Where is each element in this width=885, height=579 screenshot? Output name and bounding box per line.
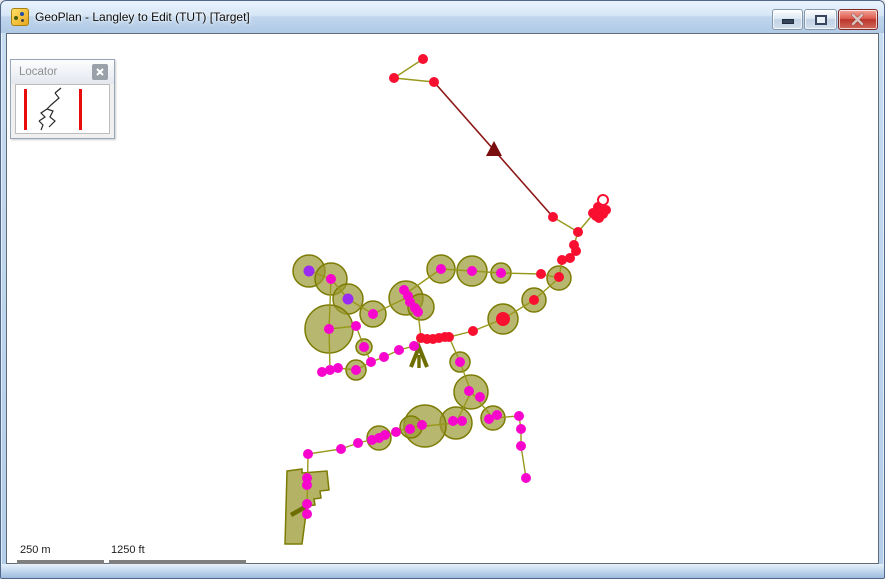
- network-node-magenta[interactable]: [409, 341, 419, 351]
- network-node-red[interactable]: [548, 212, 558, 222]
- network-node-magenta[interactable]: [405, 424, 415, 434]
- network-node-red[interactable]: [416, 333, 426, 343]
- network-node-red[interactable]: [389, 73, 399, 83]
- network-node-red[interactable]: [468, 326, 478, 336]
- window-title: GeoPlan - Langley to Edit (TUT) [Target]: [35, 10, 250, 24]
- network-node-purple[interactable]: [303, 265, 315, 277]
- network-node-purple[interactable]: [342, 293, 354, 305]
- network-node-magenta[interactable]: [464, 386, 474, 396]
- thumbnail-network-line: [54, 87, 62, 94]
- network-node-magenta[interactable]: [467, 266, 477, 276]
- network-node-red[interactable]: [418, 54, 428, 64]
- thumbnail-network-line: [46, 92, 60, 110]
- locator-extent-bar-left: [24, 89, 27, 130]
- geoplan-window: GeoPlan - Langley to Edit (TUT) [Target]…: [0, 0, 885, 579]
- network-node-magenta[interactable]: [353, 438, 363, 448]
- network-node-red[interactable]: [557, 255, 567, 265]
- network-node-magenta[interactable]: [379, 352, 389, 362]
- network-node-magenta[interactable]: [394, 345, 404, 355]
- restore-button[interactable]: [804, 9, 837, 30]
- map-viewport: Locator 250 m 1250 ft: [6, 33, 879, 564]
- network-node-red[interactable]: [536, 269, 546, 279]
- close-icon: [851, 13, 864, 26]
- network-node-magenta[interactable]: [303, 449, 313, 459]
- network-node-magenta[interactable]: [380, 430, 390, 440]
- minimize-icon: [782, 19, 794, 24]
- network-node-magenta[interactable]: [492, 410, 502, 420]
- locator-extent-bar-right: [79, 89, 82, 130]
- window-titlebar[interactable]: GeoPlan - Langley to Edit (TUT) [Target]: [1, 1, 884, 33]
- close-button[interactable]: [838, 9, 878, 30]
- network-node-magenta[interactable]: [436, 264, 446, 274]
- network-node-magenta[interactable]: [326, 274, 336, 284]
- pipe-link[interactable]: [393, 58, 424, 79]
- network-node-magenta[interactable]: [521, 473, 531, 483]
- network-node-red[interactable]: [429, 77, 439, 87]
- network-node-magenta[interactable]: [302, 509, 312, 519]
- network-node-outline[interactable]: [597, 194, 609, 206]
- network-node-red[interactable]: [591, 211, 601, 221]
- thumbnail-network-line: [38, 108, 48, 122]
- network-node-magenta[interactable]: [351, 365, 361, 375]
- network-node-magenta[interactable]: [457, 416, 467, 426]
- network-node-magenta[interactable]: [516, 441, 526, 451]
- network-node-magenta[interactable]: [417, 420, 427, 430]
- network-node-magenta[interactable]: [413, 307, 423, 317]
- network-node-magenta[interactable]: [366, 357, 376, 367]
- network-node-magenta[interactable]: [324, 324, 334, 334]
- network-node-magenta[interactable]: [302, 499, 312, 509]
- locator-network-thumbnail: [38, 87, 62, 131]
- network-node-magenta[interactable]: [351, 321, 361, 331]
- scale-label-metric: 250 m: [20, 544, 51, 556]
- network-node-magenta[interactable]: [448, 416, 458, 426]
- network-node-magenta[interactable]: [514, 411, 524, 421]
- locator-close-button[interactable]: [92, 64, 108, 80]
- minimize-button[interactable]: [772, 9, 803, 30]
- locator-map-body[interactable]: [15, 84, 110, 134]
- network-node-magenta[interactable]: [516, 424, 526, 434]
- network-node-red[interactable]: [554, 272, 564, 282]
- network-node-magenta[interactable]: [455, 357, 465, 367]
- thumbnail-network-line: [46, 108, 56, 128]
- locator-panel[interactable]: Locator: [10, 59, 115, 139]
- network-node-magenta[interactable]: [496, 268, 506, 278]
- network-node-magenta[interactable]: [391, 427, 401, 437]
- restore-icon: [815, 15, 827, 25]
- network-node-magenta[interactable]: [317, 367, 327, 377]
- geoplan-app-icon: [11, 8, 29, 26]
- pipe-link[interactable]: [393, 77, 435, 83]
- network-node-red[interactable]: [529, 295, 539, 305]
- thumbnail-network-line: [38, 120, 44, 131]
- close-icon: [96, 68, 104, 76]
- network-node-red[interactable]: [573, 227, 583, 237]
- network-node-magenta[interactable]: [475, 392, 485, 402]
- network-node-magenta[interactable]: [336, 444, 346, 454]
- network-node-red[interactable]: [601, 205, 611, 215]
- network-node-magenta[interactable]: [359, 342, 369, 352]
- locator-title: Locator: [19, 66, 58, 78]
- network-node-magenta[interactable]: [302, 480, 312, 490]
- window-bottom-frame: [1, 564, 884, 578]
- scale-label-imperial: 1250 ft: [111, 544, 145, 556]
- geoplan-map-canvas[interactable]: [7, 34, 878, 563]
- network-node-magenta[interactable]: [368, 309, 378, 319]
- network-node-red-large[interactable]: [496, 312, 510, 326]
